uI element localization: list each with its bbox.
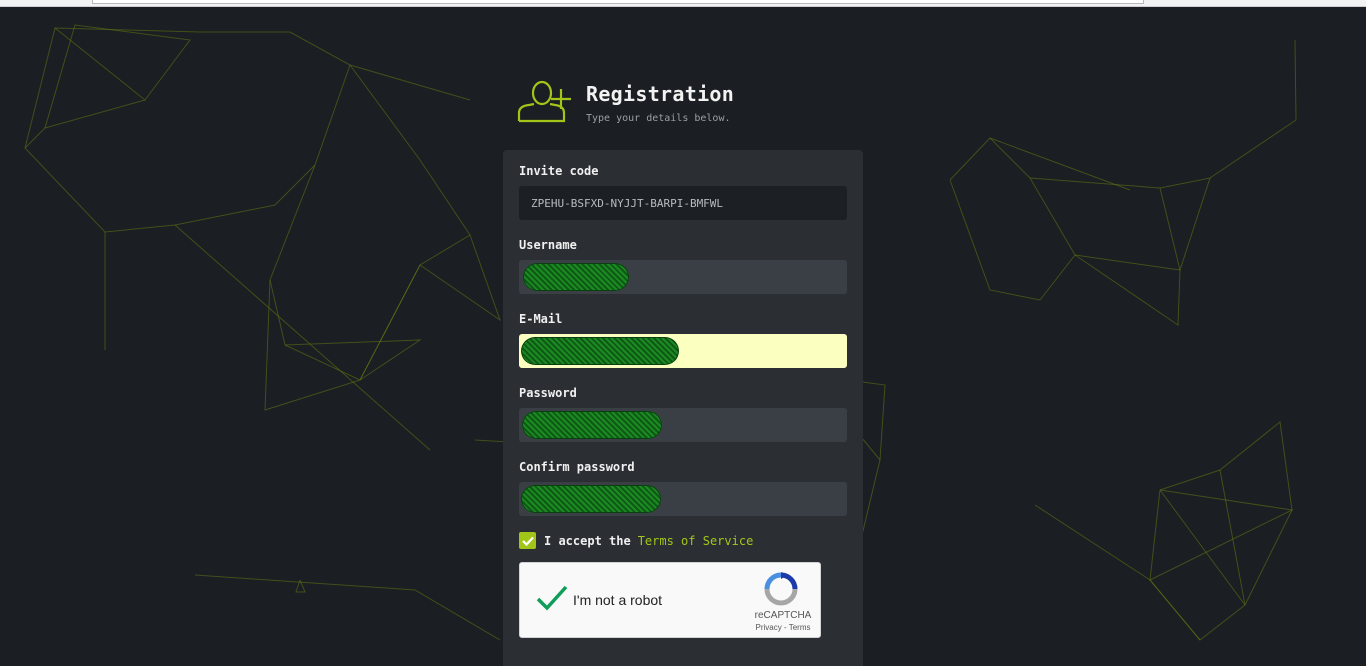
tos-checkbox[interactable] [519,532,536,549]
recaptcha-widget: I'm not a robot reCAPTCHA Privacy - Term… [519,562,821,638]
tos-prefix: I accept the [544,533,631,548]
add-user-icon [517,80,571,123]
redaction-scribble [521,337,679,365]
invite-code-label: Invite code [519,164,599,178]
password-label: Password [519,386,577,400]
email-label: E-Mail [519,312,563,326]
page-title: Registration [586,82,735,106]
tos-row: I accept the Terms of Service [519,532,753,549]
checkmark-icon [521,536,534,546]
captcha-label: I'm not a robot [573,592,663,608]
captcha-checkmark-icon[interactable] [536,584,568,612]
email-field[interactable] [519,334,847,368]
redaction-scribble [522,411,662,439]
username-label: Username [519,238,577,252]
invite-code-field[interactable]: ZPEHU-BSFXD-NYJJT-BARPI-BMFWL [519,186,847,220]
recaptcha-logo-icon [764,572,798,606]
recaptcha-brand: reCAPTCHA [754,610,812,621]
password-field[interactable] [519,408,847,442]
invite-code-value: ZPEHU-BSFXD-NYJJT-BARPI-BMFWL [531,196,724,210]
terms-of-service-link[interactable]: Terms of Service [638,534,754,548]
registration-form: Invite code ZPEHU-BSFXD-NYJJT-BARPI-BMFW… [503,150,863,666]
redaction-scribble [523,263,629,291]
confirm-password-label: Confirm password [519,460,635,474]
confirm-password-field[interactable] [519,482,847,516]
page-subtitle: Type your details below. [586,113,731,124]
redaction-scribble [521,485,661,513]
username-field[interactable] [519,260,847,294]
tos-label: I accept the Terms of Service [544,534,753,548]
recaptcha-links[interactable]: Privacy - Terms [750,623,816,632]
